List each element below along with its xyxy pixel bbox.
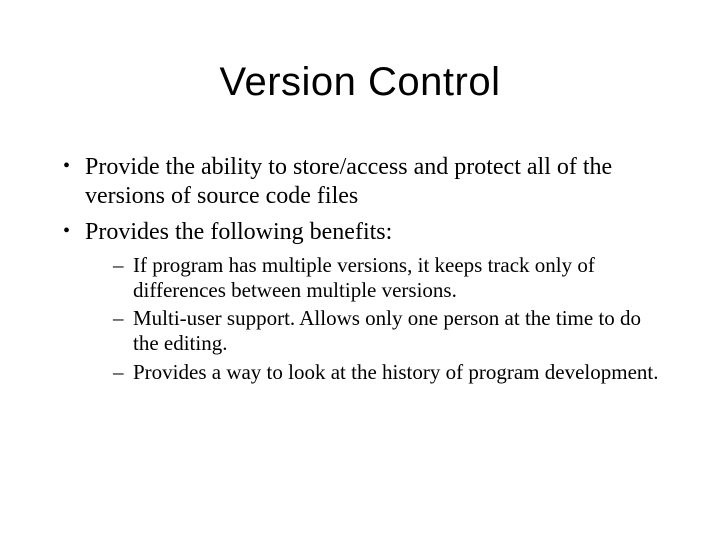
bullet-text: Provide the ability to store/access and … — [85, 154, 612, 209]
sub-bullet-text: If program has multiple versions, it kee… — [133, 253, 595, 302]
list-item: Provides the following benefits: If prog… — [55, 218, 665, 385]
list-item: Multi-user support. Allows only one pers… — [85, 306, 665, 356]
list-item: Provide the ability to store/access and … — [55, 153, 665, 212]
slide-title: Version Control — [55, 60, 665, 105]
sub-bullet-text: Provides a way to look at the history of… — [133, 360, 658, 384]
bullet-text: Provides the following benefits: — [85, 219, 392, 245]
bullet-list: Provide the ability to store/access and … — [55, 153, 665, 385]
sub-bullet-list: If program has multiple versions, it kee… — [85, 253, 665, 385]
list-item: If program has multiple versions, it kee… — [85, 253, 665, 303]
slide: Version Control Provide the ability to s… — [0, 0, 720, 540]
list-item: Provides a way to look at the history of… — [85, 360, 665, 385]
sub-bullet-text: Multi-user support. Allows only one pers… — [133, 306, 641, 355]
